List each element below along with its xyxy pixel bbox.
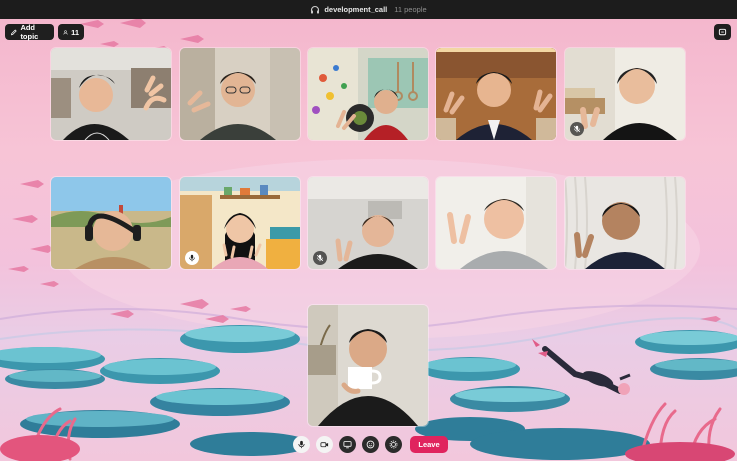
mic-badge (185, 251, 199, 265)
participant-video (51, 48, 171, 140)
participant-tile[interactable] (308, 305, 428, 426)
add-topic-label: Add topic (20, 23, 39, 41)
gear-icon (389, 440, 398, 449)
microphone-icon (189, 254, 195, 262)
screen-share-icon (343, 441, 352, 449)
participant-tile[interactable] (436, 48, 556, 140)
participant-tile[interactable] (51, 48, 171, 140)
participant-tile[interactable] (308, 48, 428, 140)
microphone-off-icon (316, 254, 324, 262)
video-toggle-button[interactable] (316, 436, 333, 453)
participant-video (565, 177, 685, 269)
video-camera-icon (320, 442, 329, 448)
participant-tile[interactable] (565, 48, 685, 140)
participant-video (436, 48, 556, 140)
leave-button[interactable]: Leave (410, 436, 448, 453)
settings-button[interactable] (385, 436, 402, 453)
participant-video (308, 305, 428, 426)
participant-count: 11 (71, 27, 79, 37)
add-topic-button[interactable]: Add topic (5, 23, 54, 41)
participant-video (51, 177, 171, 269)
title-bar: development_call 11 people (0, 0, 737, 19)
muted-mic-badge (570, 122, 584, 136)
huddle-stage: Add topic 11 Leave (0, 19, 737, 461)
call-controls: Leave (293, 436, 448, 453)
person-icon (63, 29, 68, 35)
people-count: 11 people (394, 5, 427, 14)
participant-video (308, 48, 428, 140)
mic-toggle-button[interactable] (293, 436, 310, 453)
participant-tile[interactable] (180, 177, 300, 269)
participant-tile[interactable] (565, 177, 685, 269)
participants-button[interactable]: 11 (58, 24, 84, 40)
participant-tile[interactable] (180, 48, 300, 140)
participant-video (436, 177, 556, 269)
channel-name: development_call (324, 5, 388, 14)
screen-share-button[interactable] (339, 436, 356, 453)
microphone-off-icon (573, 125, 581, 133)
chat-bubble-icon (718, 28, 727, 35)
participant-tile[interactable] (51, 177, 171, 269)
chat-button[interactable] (714, 24, 731, 40)
headphones-icon (311, 5, 320, 13)
emoji-button[interactable] (362, 436, 379, 453)
pencil-icon (11, 29, 17, 35)
microphone-icon (298, 440, 305, 449)
muted-mic-badge (313, 251, 327, 265)
participant-tile[interactable] (436, 177, 556, 269)
huddle-window: development_call 11 people Add topic 11 … (0, 0, 737, 461)
emoji-icon (366, 440, 375, 449)
participant-tile[interactable] (308, 177, 428, 269)
participant-video (180, 48, 300, 140)
